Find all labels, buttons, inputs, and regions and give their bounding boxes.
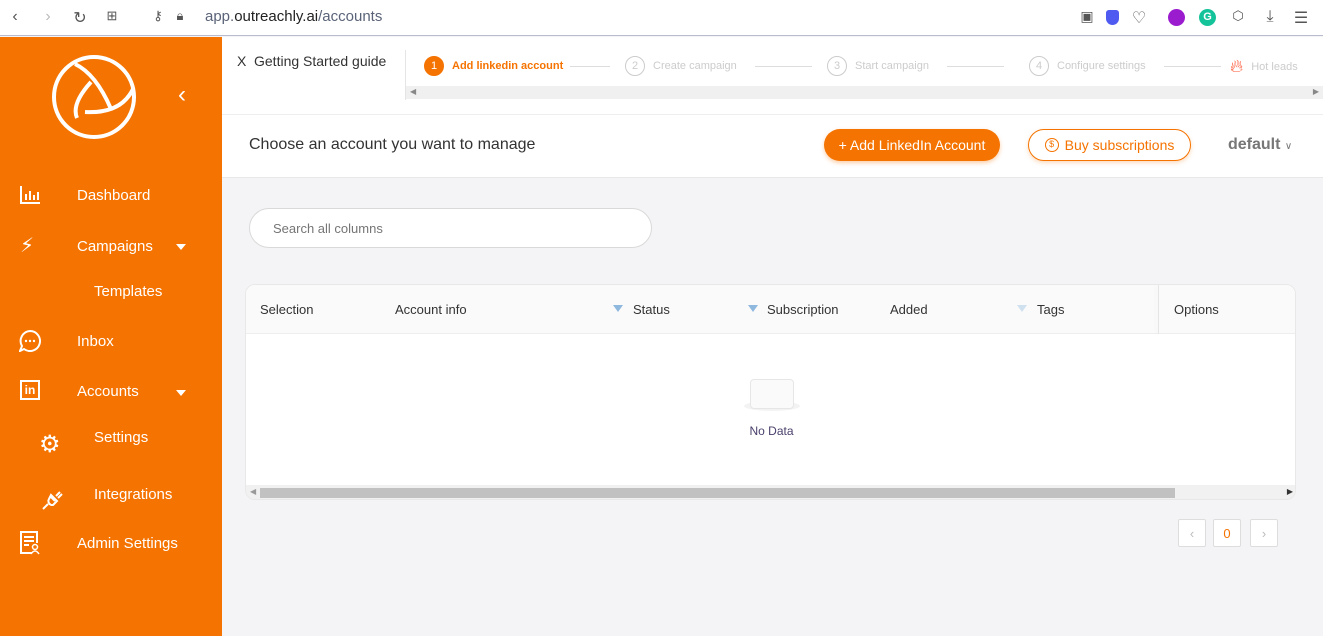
- fire-icon: 🔥︎: [1230, 56, 1244, 76]
- scrollbar-thumb[interactable]: [260, 488, 1175, 498]
- sidebar-item-label: Inbox: [77, 333, 114, 350]
- accounts-table: Selection Account info Status Subscripti…: [245, 284, 1296, 500]
- grammarly-icon[interactable]: G: [1199, 9, 1216, 26]
- step-start-campaign[interactable]: 3 Start campaign: [827, 56, 929, 76]
- dollar-icon: $: [1044, 138, 1059, 152]
- step-connector: [570, 66, 610, 67]
- url-path: /accounts: [318, 8, 383, 25]
- search-input[interactable]: [249, 208, 652, 248]
- sidebar-item-label: Accounts: [77, 383, 139, 400]
- step-hot-leads[interactable]: 🔥︎ Hot leads: [1230, 56, 1298, 77]
- workspace-value: default: [1228, 136, 1281, 153]
- divider: [1158, 285, 1159, 334]
- step-connector: [755, 66, 812, 67]
- close-guide-button[interactable]: X: [237, 53, 246, 69]
- key-icon[interactable]: ⚷: [148, 8, 168, 24]
- chevron-down-icon: ∨: [1284, 141, 1293, 152]
- menu-sliders-icon[interactable]: ☰: [1291, 8, 1311, 28]
- sidebar: ‹ Dashboard ⚡︎ Campaigns Templates Inbox…: [0, 37, 222, 636]
- download-icon[interactable]: ⤓: [1260, 8, 1280, 26]
- scroll-right-icon[interactable]: ▶: [1313, 87, 1319, 96]
- step-number: 4: [1029, 56, 1049, 76]
- step-create-campaign[interactable]: 2 Create campaign: [625, 56, 737, 76]
- add-linkedin-account-button[interactable]: + Add LinkedIn Account: [824, 129, 1000, 161]
- current-page[interactable]: 0: [1213, 519, 1241, 547]
- next-page-button[interactable]: ›: [1250, 519, 1278, 547]
- step-label: Start campaign: [855, 60, 929, 72]
- empty-text: No Data: [749, 424, 794, 438]
- workspace-dropdown[interactable]: default ∨: [1228, 136, 1292, 154]
- chevron-down-icon: [176, 390, 186, 396]
- guide-scrollbar[interactable]: ◀ ▶: [406, 86, 1323, 99]
- scroll-right-icon[interactable]: ▶: [1287, 487, 1293, 496]
- buy-subscriptions-label: Buy subscriptions: [1064, 137, 1175, 153]
- back-icon[interactable]: ‹: [5, 8, 25, 26]
- admin-doc-icon: [20, 531, 40, 555]
- filter-icon[interactable]: [1017, 305, 1027, 312]
- guide-title: Getting Started guide: [254, 53, 387, 69]
- plug-icon: [42, 491, 63, 510]
- lightning-icon: ⚡︎: [20, 235, 35, 257]
- bar-chart-icon: [20, 186, 40, 204]
- sidebar-item-label: Settings: [94, 429, 149, 446]
- step-number: 2: [625, 56, 645, 76]
- url-bar[interactable]: app.outreachly.ai/accounts: [205, 8, 382, 25]
- step-add-linkedin[interactable]: 1 Add linkedin account: [424, 56, 563, 76]
- filter-icon[interactable]: [613, 305, 623, 312]
- step-label: Hot leads: [1251, 60, 1298, 73]
- step-connector: [1164, 66, 1221, 67]
- buy-subscriptions-button[interactable]: $ Buy subscriptions: [1028, 129, 1191, 161]
- extension-icon[interactable]: [1168, 9, 1185, 26]
- scroll-left-icon[interactable]: ◀: [410, 87, 416, 96]
- cube-icon[interactable]: ⬡: [1228, 8, 1248, 24]
- url-prefix: app.: [205, 8, 235, 25]
- lock-icon[interactable]: 🔒︎: [170, 8, 190, 24]
- screenshot-icon[interactable]: ▣: [1077, 8, 1097, 25]
- column-account-info: Account info: [395, 302, 467, 317]
- browser-toolbar: ‹ › ↻ ⊞ ⚷ 🔒︎ app.outreachly.ai/accounts …: [0, 0, 1323, 36]
- step-number: 3: [827, 56, 847, 76]
- gear-icon: ⚙︎: [39, 431, 61, 458]
- url-domain: outreachly.ai: [234, 8, 319, 25]
- chat-icon: [19, 330, 41, 352]
- step-configure-settings[interactable]: 4 Configure settings: [1029, 56, 1146, 76]
- linkedin-icon: in: [20, 380, 40, 400]
- filter-icon[interactable]: [748, 305, 758, 312]
- chevron-down-icon: [176, 244, 186, 250]
- column-status[interactable]: Status: [633, 302, 670, 317]
- step-label: Add linkedin account: [452, 60, 564, 72]
- grid-icon[interactable]: ⊞: [102, 8, 122, 24]
- logo-icon: [52, 55, 136, 139]
- column-tags[interactable]: Tags: [1037, 302, 1064, 317]
- heart-icon[interactable]: ♡: [1129, 8, 1149, 28]
- column-options: Options: [1174, 302, 1219, 317]
- step-number: 1: [424, 56, 444, 76]
- page-title: Choose an account you want to manage: [249, 136, 536, 153]
- collapse-sidebar-icon[interactable]: ‹: [178, 81, 186, 109]
- sidebar-item-label: Dashboard: [77, 187, 151, 204]
- column-selection: Selection: [260, 302, 314, 317]
- prev-page-button[interactable]: ‹: [1178, 519, 1206, 547]
- shield-icon[interactable]: [1106, 10, 1119, 25]
- column-added: Added: [890, 302, 928, 317]
- sidebar-item-label: Integrations: [94, 486, 173, 503]
- reload-icon[interactable]: ↻: [70, 8, 90, 28]
- scroll-left-icon[interactable]: ◀: [250, 487, 256, 496]
- chevron-left-icon: ‹: [1189, 525, 1195, 541]
- step-connector: [947, 66, 1004, 67]
- sidebar-item-label: Campaigns: [77, 238, 153, 255]
- column-subscription[interactable]: Subscription: [767, 302, 839, 317]
- step-label: Create campaign: [653, 60, 737, 72]
- empty-inbox-icon: [744, 377, 800, 415]
- forward-icon[interactable]: ›: [38, 8, 58, 26]
- table-header: Selection Account info Status Subscripti…: [246, 285, 1295, 334]
- step-label: Configure settings: [1057, 60, 1146, 72]
- table-scrollbar[interactable]: ◀ ▶: [246, 485, 1295, 499]
- sidebar-item-label: Admin Settings: [77, 535, 178, 552]
- page-header: Choose an account you want to manage + A…: [222, 115, 1323, 178]
- getting-started-guide: X Getting Started guide 1 Add linkedin ac…: [222, 37, 1323, 115]
- chevron-right-icon: ›: [1261, 525, 1267, 541]
- sidebar-item-templates[interactable]: Templates: [94, 283, 162, 300]
